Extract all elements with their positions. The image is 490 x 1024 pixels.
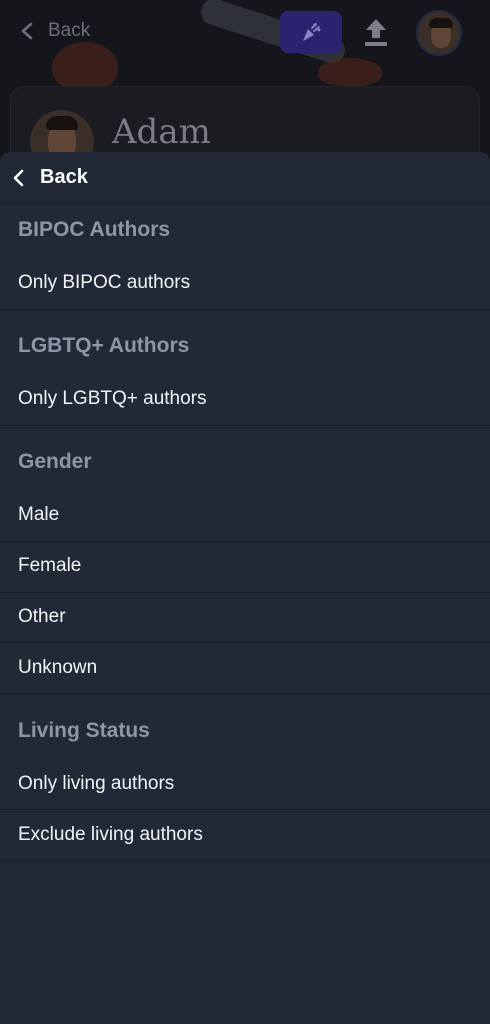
section-title-gender: Gender — [18, 450, 92, 473]
option-only-lgbtq-authors[interactable]: Only LGBTQ+ authors — [0, 374, 490, 424]
option-only-bipoc-authors[interactable]: Only BIPOC authors — [0, 258, 490, 308]
divider — [0, 693, 490, 694]
section-title-bipoc: BIPOC Authors — [18, 218, 171, 241]
background-back-label: Back — [48, 20, 91, 41]
decorative-rocket-fin — [318, 58, 382, 86]
divider — [0, 425, 490, 426]
divider — [0, 309, 490, 310]
upload-icon — [365, 19, 387, 46]
chevron-left-icon — [13, 169, 24, 186]
background-header: Back — [0, 0, 490, 94]
section-title-living-status: Living Status — [18, 719, 150, 742]
party-button — [280, 11, 342, 53]
section-title-lgbtq: LGBTQ+ Authors — [18, 334, 190, 357]
back-button[interactable]: Back — [0, 152, 490, 204]
chevron-left-icon — [21, 22, 33, 40]
party-popper-icon — [303, 23, 321, 41]
option-gender-unknown[interactable]: Unknown — [0, 643, 490, 693]
option-gender-other[interactable]: Other — [0, 592, 490, 642]
option-gender-male[interactable]: Male — [0, 490, 490, 540]
filter-sheet: Back BIPOC Authors Only BIPOC authors LG… — [0, 152, 490, 1024]
user-avatar — [416, 10, 462, 56]
option-only-living-authors[interactable]: Only living authors — [0, 759, 490, 809]
divider — [0, 860, 490, 861]
option-gender-female[interactable]: Female — [0, 541, 490, 591]
back-button-label: Back — [40, 166, 88, 188]
background-back-button: Back — [20, 20, 90, 42]
option-exclude-living-authors[interactable]: Exclude living authors — [0, 810, 490, 860]
profile-name: Adam — [112, 112, 211, 152]
